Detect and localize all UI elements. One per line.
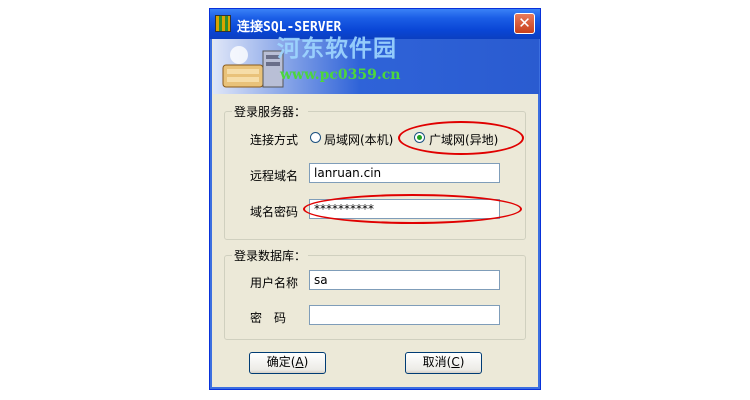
connection-method-label: 连接方式 [250,133,299,147]
radio-lan-label[interactable]: 局域网(本机) [324,131,393,148]
app-icon [215,15,231,32]
cancel-button-label: 取消 [422,355,447,369]
connect-dialog: 连接SQL-SERVER ✕ 河东软件园 www.pc0359.cn 登录服务器… [209,8,541,390]
database-group-legend: 登录数据库： [232,247,309,264]
close-icon: ✕ [518,14,531,32]
watermark-url: www.pc0359.cn [280,67,401,83]
database-group [224,255,526,340]
ok-hotkey: A [295,355,304,369]
annotation-oval-password [303,194,522,224]
server-group-legend: 登录服务器： [232,103,309,120]
domain-password-label: 域名密码 [250,205,299,219]
username-input[interactable]: sa [309,270,500,290]
ok-button[interactable]: 确定(A) [249,352,326,374]
cancel-button[interactable]: 取消(C) [405,352,482,374]
db-password-label: 密 码 [250,311,287,325]
db-password-input[interactable] [309,305,500,325]
username-label: 用户名称 [250,276,299,290]
banner-image: 河东软件园 www.pc0359.cn [213,36,539,94]
remote-domain-label: 远程域名 [250,169,299,183]
ok-button-label: 确定 [266,355,291,369]
radio-lan[interactable] [310,132,321,143]
annotation-oval-wan [398,121,524,155]
close-button[interactable]: ✕ [514,13,535,34]
cancel-hotkey: C [451,355,460,369]
remote-domain-input[interactable]: lanruan.cin [309,163,500,183]
watermark-title: 河东软件园 [277,36,397,62]
